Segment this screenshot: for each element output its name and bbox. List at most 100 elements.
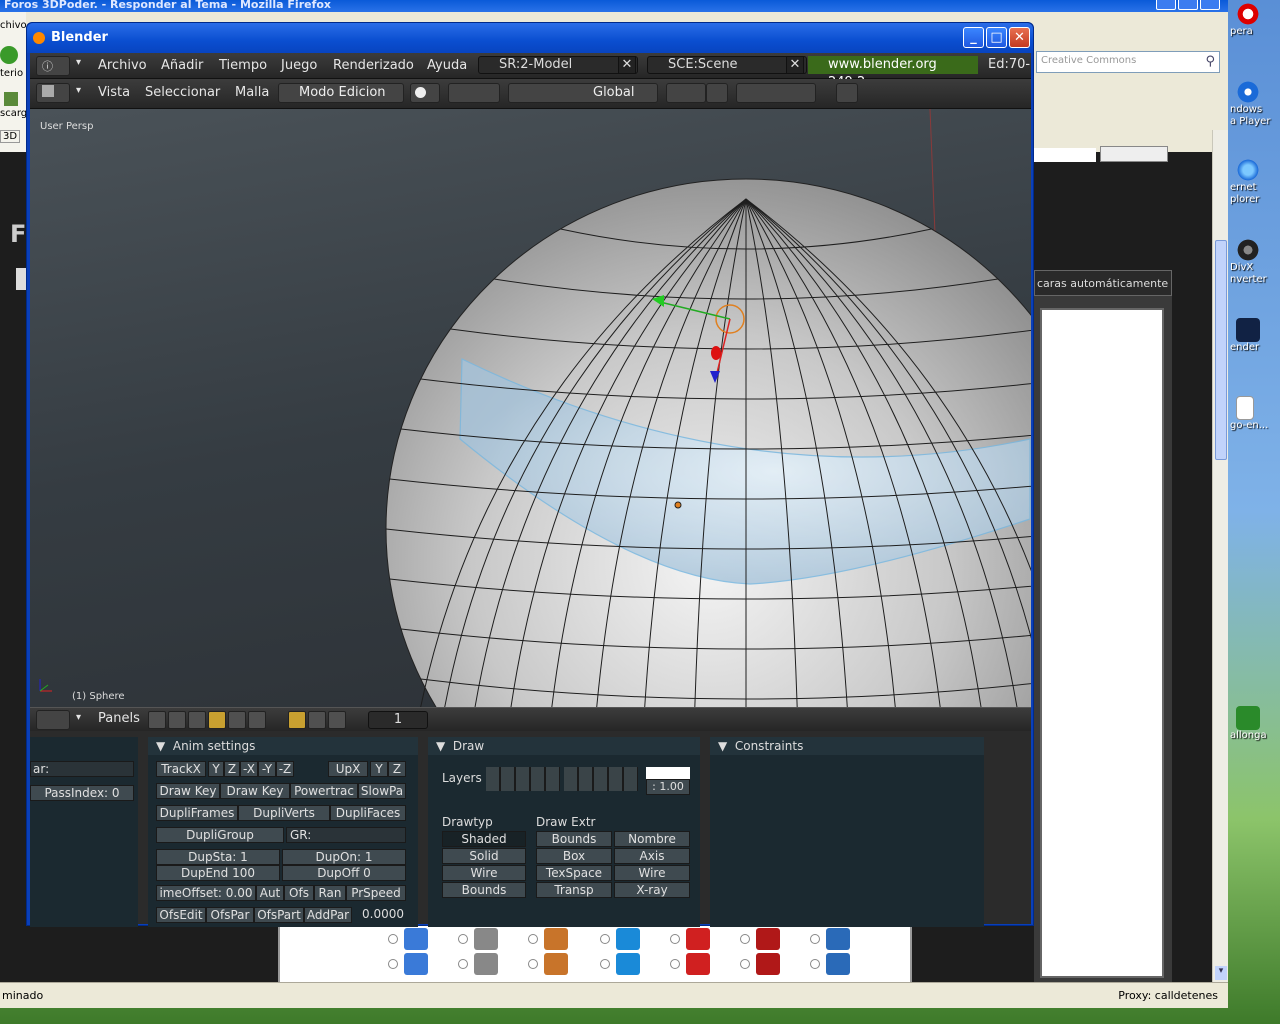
version-link[interactable]: www.blender.org 249.2 bbox=[808, 56, 978, 90]
up-z-button[interactable]: Z bbox=[388, 761, 406, 777]
desktop-icon-divx[interactable]: DivX nverter bbox=[1230, 238, 1280, 286]
track-negz-button[interactable]: -Z bbox=[276, 761, 294, 777]
desktop-icon-render[interactable]: ender bbox=[1230, 318, 1280, 354]
icon-radio-button[interactable] bbox=[670, 934, 680, 944]
icon-radio-button[interactable] bbox=[670, 959, 680, 969]
tab-3d[interactable]: 3D bbox=[0, 130, 21, 143]
manipulator-x-arrow[interactable] bbox=[711, 346, 721, 360]
menu-anadir[interactable]: Añadir bbox=[161, 58, 203, 73]
menu-archivo[interactable]: Archivo bbox=[98, 58, 147, 73]
anim-settings-header[interactable]: ▼ Anim settings bbox=[148, 737, 418, 755]
occlude-toggle[interactable] bbox=[836, 83, 858, 103]
download-icon[interactable] bbox=[4, 92, 18, 106]
icon-radio-button[interactable] bbox=[388, 959, 398, 969]
menu-malla[interactable]: Malla bbox=[235, 85, 269, 100]
icon-radio-button[interactable] bbox=[388, 934, 398, 944]
drawtype-bounds[interactable]: Bounds bbox=[442, 882, 526, 898]
physics-subcontext-icon[interactable] bbox=[308, 711, 326, 729]
desktop-icon-internet-explorer[interactable]: ernet plorer bbox=[1230, 158, 1280, 206]
close-button[interactable]: ✕ bbox=[1009, 27, 1030, 48]
drawtype-solid[interactable]: Solid bbox=[442, 848, 526, 864]
powertrack-button[interactable]: Powertrac bbox=[290, 783, 358, 799]
track-y-button[interactable]: Y bbox=[208, 761, 224, 777]
scene-delete-button[interactable]: ✕ bbox=[786, 56, 804, 74]
editor-type-select[interactable] bbox=[36, 710, 70, 730]
search-icon[interactable]: ⚲ bbox=[1205, 54, 1215, 69]
dupliverts-button[interactable]: DupliVerts bbox=[238, 805, 330, 821]
bounds-type-select[interactable]: Box bbox=[536, 848, 612, 864]
maximize-button[interactable]: □ bbox=[986, 27, 1007, 48]
duplifaces-button[interactable]: DupliFaces bbox=[330, 805, 406, 821]
pass-index-field[interactable]: PassIndex: 0 bbox=[30, 785, 134, 801]
object-name-field[interactable]: ar: bbox=[30, 761, 134, 777]
drawtype-wire[interactable]: Wire bbox=[442, 865, 526, 881]
screen-select[interactable]: SR:2-Model bbox=[478, 56, 638, 74]
icon-radio-button[interactable] bbox=[740, 959, 750, 969]
minimize-button[interactable] bbox=[1156, 0, 1176, 10]
desktop-icon-allonga[interactable]: allonga bbox=[1230, 706, 1280, 742]
icon-radio-button[interactable] bbox=[600, 934, 610, 944]
ofspart-button[interactable]: OfsPart bbox=[254, 907, 304, 923]
auto-button[interactable]: Aut bbox=[256, 885, 284, 901]
group-field[interactable]: GR: bbox=[286, 827, 406, 843]
ofsedit-button[interactable]: OfsEdit bbox=[156, 907, 206, 923]
icon-radio-button[interactable] bbox=[528, 959, 538, 969]
desktop-icon-document[interactable]: go-en... bbox=[1230, 396, 1280, 432]
shading-context-icon[interactable] bbox=[188, 711, 206, 729]
track-negx-button[interactable]: -X bbox=[240, 761, 258, 777]
collapse-menu-icon[interactable]: ▾ bbox=[76, 85, 81, 96]
editing-context-icon[interactable] bbox=[228, 711, 246, 729]
upx-button[interactable]: UpX bbox=[328, 761, 368, 777]
icon-radio-button[interactable] bbox=[458, 934, 468, 944]
viewport-3d[interactable]: User Persp (1) Sphere bbox=[30, 109, 1031, 707]
dupoff-field[interactable]: DupOff 0 bbox=[282, 865, 406, 881]
time-offset-field[interactable]: imeOffset: 0.00 bbox=[156, 885, 256, 901]
object-context-icon[interactable] bbox=[208, 711, 226, 729]
trackx-button[interactable]: TrackX bbox=[156, 761, 206, 777]
slowpar-button[interactable]: SlowPa bbox=[358, 783, 406, 799]
draw-key-sel-button[interactable]: Draw Key bbox=[220, 783, 290, 799]
menu-vista[interactable]: Vista bbox=[98, 85, 130, 100]
desktop-icon-media-player[interactable]: ndows a Player bbox=[1230, 80, 1280, 128]
icon-radio-button[interactable] bbox=[528, 934, 538, 944]
page-input[interactable] bbox=[1034, 148, 1096, 162]
dupligroup-button[interactable]: DupliGroup bbox=[156, 827, 284, 843]
proportional-edit-select[interactable] bbox=[666, 83, 706, 103]
dupon-field[interactable]: DupOn: 1 bbox=[282, 849, 406, 865]
track-negy-button[interactable]: -Y bbox=[258, 761, 276, 777]
name-toggle[interactable]: Nombre bbox=[614, 831, 690, 847]
scrollbar-thumb[interactable] bbox=[1215, 240, 1227, 460]
desktop-icon-opera[interactable]: pera bbox=[1230, 2, 1280, 38]
scene-select[interactable]: SCE:Scene bbox=[647, 56, 807, 74]
object-subcontext-icon[interactable] bbox=[288, 711, 306, 729]
color-swatch[interactable] bbox=[646, 767, 690, 779]
ran-button[interactable]: Ran bbox=[314, 885, 346, 901]
editor-type-select[interactable]: ⓘ bbox=[36, 56, 70, 76]
dupend-field[interactable]: DupEnd 100 bbox=[156, 865, 280, 881]
menu-renderizado[interactable]: Renderizado bbox=[333, 58, 414, 73]
layer-buttons-group-2[interactable] bbox=[564, 767, 638, 791]
pivot-select[interactable] bbox=[448, 83, 500, 103]
draw-type-select[interactable] bbox=[410, 83, 440, 103]
page-button[interactable] bbox=[1100, 146, 1168, 162]
logic-context-icon[interactable] bbox=[148, 711, 166, 729]
icon-radio-button[interactable] bbox=[458, 959, 468, 969]
bounds-toggle[interactable]: Bounds bbox=[536, 831, 612, 847]
maximize-button[interactable] bbox=[1178, 0, 1198, 10]
alpha-field[interactable]: : 1.00 bbox=[646, 779, 690, 795]
ofs-button[interactable]: Ofs bbox=[284, 885, 314, 901]
firefox-scrollbar[interactable]: ▾ bbox=[1212, 130, 1228, 982]
scene-context-icon[interactable] bbox=[248, 711, 266, 729]
icon-radio-button[interactable] bbox=[810, 934, 820, 944]
menu-juego[interactable]: Juego bbox=[281, 58, 317, 73]
transp-toggle[interactable]: Transp bbox=[536, 882, 612, 898]
close-button[interactable] bbox=[1200, 0, 1220, 10]
track-z-button[interactable]: Z bbox=[224, 761, 240, 777]
draw-header[interactable]: ▼ Draw bbox=[428, 737, 700, 755]
icon-radio-button[interactable] bbox=[740, 934, 750, 944]
constraints-header[interactable]: ▼ Constraints bbox=[710, 737, 984, 755]
manipulator-group[interactable]: Global bbox=[508, 83, 658, 103]
mode-select[interactable]: Modo Edicion bbox=[278, 83, 404, 103]
menu-ayuda[interactable]: Ayuda bbox=[427, 58, 467, 73]
menu-seleccionar[interactable]: Seleccionar bbox=[145, 85, 220, 100]
